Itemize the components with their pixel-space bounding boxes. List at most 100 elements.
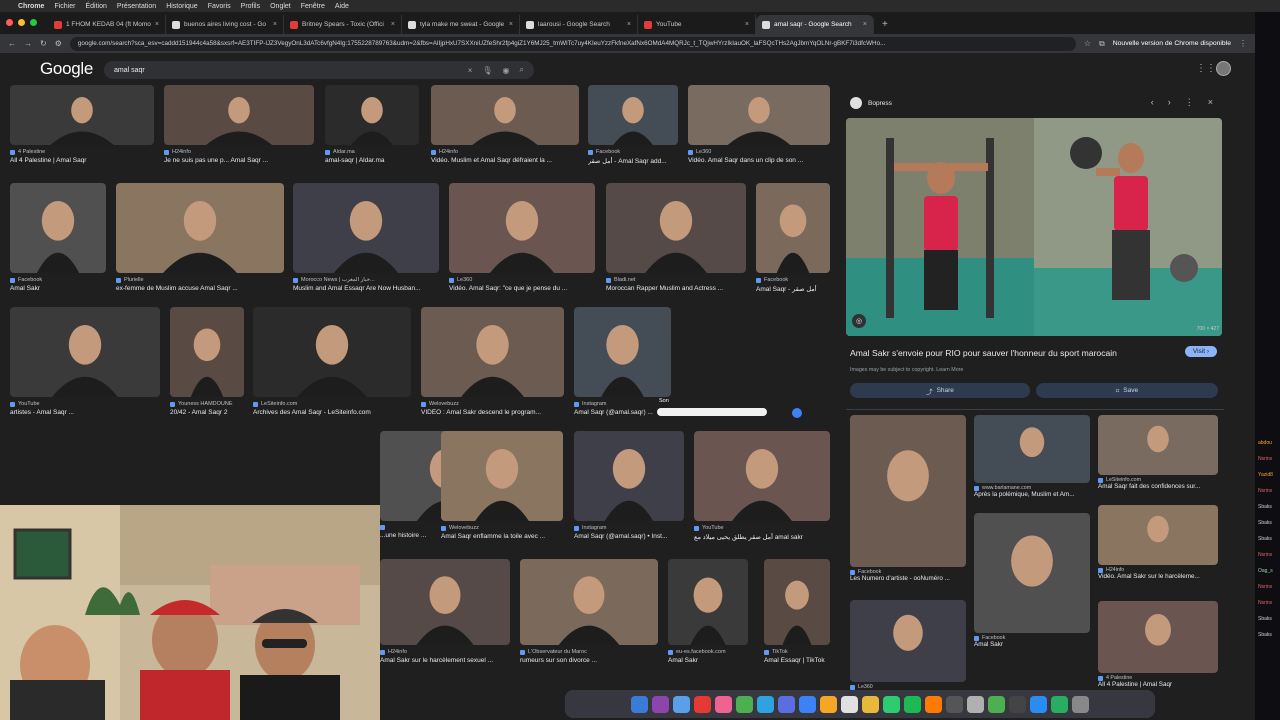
result-thumbnail[interactable] bbox=[421, 307, 564, 397]
preview-title[interactable]: Amal Sakr s'envoie pour RIO pour sauver … bbox=[850, 348, 1170, 358]
result-thumbnail[interactable] bbox=[574, 307, 671, 397]
result-title[interactable]: Amal Sakr bbox=[668, 657, 748, 664]
result-thumbnail[interactable] bbox=[688, 85, 830, 145]
result-source[interactable]: Facebook bbox=[756, 277, 830, 283]
result-source[interactable]: Youness HAMDOUNE bbox=[170, 401, 244, 407]
facetime-icon[interactable] bbox=[1051, 695, 1068, 713]
image-result[interactable]: Facebook Amal Sakr bbox=[10, 183, 106, 292]
result-thumbnail[interactable] bbox=[10, 183, 106, 273]
related-image[interactable]: Facebook Les Numero d'artiste - ᴏᴏNuméro … bbox=[850, 415, 966, 582]
close-tab-icon[interactable]: × bbox=[627, 21, 631, 28]
result-source[interactable]: eu-es.facebook.com bbox=[668, 649, 748, 655]
finder-icon[interactable] bbox=[631, 695, 648, 713]
assistant-bubble-icon[interactable] bbox=[792, 408, 802, 418]
result-thumbnail[interactable] bbox=[10, 85, 154, 145]
related-title[interactable]: Les Numero d'artiste - ᴏᴏNuméro ... bbox=[850, 575, 966, 582]
result-title[interactable]: Amal Saqr enflamme la toile avec ... bbox=[441, 533, 563, 540]
menu-app-name[interactable]: Chrome bbox=[18, 3, 44, 10]
result-thumbnail[interactable] bbox=[325, 85, 419, 145]
related-thumbnail[interactable] bbox=[1098, 601, 1218, 673]
result-thumbnail[interactable] bbox=[694, 431, 830, 521]
result-title[interactable]: Vidéo. Amal Saqr: "ce que je pense du ..… bbox=[449, 285, 595, 292]
vlc-icon[interactable] bbox=[925, 695, 942, 713]
visit-button[interactable]: Visit › bbox=[1184, 346, 1217, 357]
result-thumbnail[interactable] bbox=[588, 85, 678, 145]
minimize-window-button[interactable] bbox=[18, 19, 25, 26]
result-source[interactable]: YouTube bbox=[694, 525, 830, 531]
search-box[interactable]: amal saqr × 🎙 ◉ ⌕ bbox=[104, 61, 534, 79]
menu-item-history[interactable]: Historique bbox=[166, 3, 198, 10]
image-result[interactable]: Instagram Amal Saqr (@amal.saqr) ... bbox=[574, 307, 671, 416]
google-apps-icon[interactable]: ⋮⋮ bbox=[1196, 63, 1216, 74]
result-source[interactable]: Facebook bbox=[10, 277, 106, 283]
related-thumbnail[interactable] bbox=[1098, 415, 1218, 475]
result-thumbnail[interactable] bbox=[164, 85, 314, 145]
launchpad-icon[interactable] bbox=[652, 695, 669, 713]
tab-1[interactable]: 1 FHOM KEDAB 04 (ft Momo × bbox=[48, 15, 166, 34]
related-title[interactable]: Après la polémique, Muslim et Am... bbox=[974, 491, 1090, 498]
app-store-icon[interactable] bbox=[799, 695, 816, 713]
image-result[interactable]: Instagram Amal Saqr (@amal.saqr) • Inst..… bbox=[574, 431, 684, 540]
result-source[interactable]: YouTube bbox=[10, 401, 160, 407]
search-icon[interactable]: ⌕ bbox=[520, 65, 524, 75]
search-input[interactable]: amal saqr bbox=[114, 67, 458, 74]
close-tab-icon[interactable]: × bbox=[745, 21, 749, 28]
microphone-icon[interactable]: 🎙 bbox=[482, 66, 492, 75]
close-preview-icon[interactable]: × bbox=[1208, 97, 1213, 108]
result-thumbnail[interactable] bbox=[574, 431, 684, 521]
image-result[interactable]: 4 Palestine All 4 Palestine | Amal Saqr bbox=[10, 85, 154, 164]
related-thumbnail[interactable] bbox=[974, 513, 1090, 633]
close-window-button[interactable] bbox=[6, 19, 13, 26]
discord-icon[interactable] bbox=[778, 695, 795, 713]
bookmark-star-icon[interactable]: ☆ bbox=[1084, 39, 1091, 48]
reminders-icon[interactable] bbox=[841, 695, 858, 713]
tab-4[interactable]: tyla make me sweat - Google × bbox=[402, 15, 520, 34]
safari-icon[interactable] bbox=[673, 695, 690, 713]
related-title[interactable]: Amal Sakr bbox=[974, 641, 1090, 648]
related-thumbnail[interactable] bbox=[850, 600, 966, 682]
result-title[interactable]: artistes - Amal Saqr ... bbox=[10, 409, 160, 416]
lens-search-icon[interactable]: ◎ bbox=[852, 314, 866, 328]
close-tab-icon[interactable]: × bbox=[155, 21, 159, 28]
result-source[interactable]: L'Observateur du Maroc bbox=[520, 649, 658, 655]
new-tab-button[interactable]: + bbox=[874, 19, 896, 34]
related-image[interactable]: Le360 bbox=[850, 600, 966, 690]
result-source[interactable]: Welovebuzz bbox=[441, 525, 563, 531]
tab-5[interactable]: laarousi - Google Search × bbox=[520, 15, 638, 34]
menu-item-profiles[interactable]: Profils bbox=[241, 3, 260, 10]
related-image[interactable]: H24info Vidéo. Amal Sakr sur le harcèleme… bbox=[1098, 505, 1218, 580]
related-image[interactable]: 4 Palestine All 4 Palestine | Amal Saqr bbox=[1098, 601, 1218, 688]
forward-icon[interactable]: → bbox=[24, 39, 32, 48]
reload-icon[interactable]: ↻ bbox=[40, 39, 47, 48]
result-title[interactable]: أمل صقر - Amal Saqr add... bbox=[588, 157, 678, 165]
result-title[interactable]: Archives des Amal Saqr - LeSiteinfo.com bbox=[253, 409, 411, 416]
close-tab-icon[interactable]: × bbox=[273, 21, 277, 28]
image-result[interactable]: H24info Vidéo. Muslim et Amal Saqr défrai… bbox=[431, 85, 579, 164]
extensions-icon[interactable]: ⧉ bbox=[1099, 39, 1105, 49]
result-thumbnail[interactable] bbox=[449, 183, 595, 273]
more-options-icon[interactable]: ⋮ bbox=[1185, 97, 1194, 108]
result-title[interactable]: VIDÉO : Amal Sakr descend le program... bbox=[421, 409, 564, 416]
result-source[interactable]: Bladi.net bbox=[606, 277, 746, 283]
result-thumbnail[interactable] bbox=[293, 183, 439, 273]
result-source[interactable]: Welovebuzz bbox=[421, 401, 564, 407]
result-title[interactable]: Vidéo. Muslim et Amal Saqr défraient la … bbox=[431, 157, 579, 164]
result-title[interactable]: Amal Saqr (@amal.saqr) • Inst... bbox=[574, 533, 684, 540]
result-title[interactable]: Moroccan Rapper Muslim and Actress ... bbox=[606, 285, 746, 292]
close-tab-icon[interactable]: × bbox=[863, 21, 867, 28]
image-result[interactable]: YouTube artistes - Amal Saqr ... bbox=[10, 307, 160, 416]
preview-source[interactable]: Bopress bbox=[850, 97, 892, 109]
result-source[interactable]: Le360 bbox=[688, 149, 830, 155]
related-image[interactable]: www.barlamane.com Après la polémique, Mus… bbox=[974, 415, 1090, 498]
save-button[interactable]: ⌑ Save bbox=[1036, 383, 1218, 398]
pages-icon[interactable] bbox=[862, 695, 879, 713]
image-result[interactable]: Le360 Vidéo. Amal Saqr dans un clip de so… bbox=[688, 85, 830, 164]
tab-6[interactable]: YouTube × bbox=[638, 15, 756, 34]
image-result[interactable]: Plurielle ex-femme de Muslim accuse Amal … bbox=[116, 183, 284, 292]
volume-slider[interactable] bbox=[657, 408, 767, 416]
result-title[interactable]: ex-femme de Muslim accuse Amal Saqr ... bbox=[116, 285, 284, 292]
result-title[interactable]: rumeurs sur son divorce ... bbox=[520, 657, 658, 664]
result-thumbnail[interactable] bbox=[756, 183, 830, 273]
github-icon[interactable] bbox=[946, 695, 963, 713]
result-source[interactable]: Facebook bbox=[588, 149, 678, 155]
